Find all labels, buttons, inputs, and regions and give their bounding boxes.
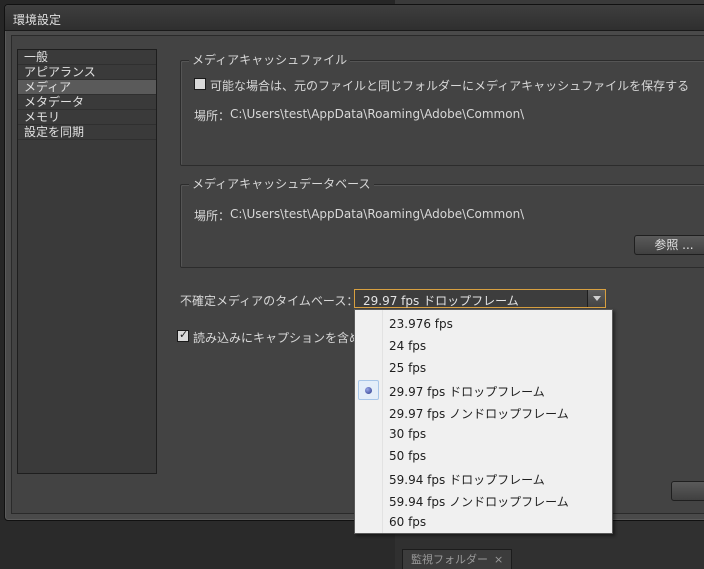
dropdown-option[interactable]: 23.976 fps [355,313,612,335]
category-item-sync-settings[interactable]: 設定を同期 [18,125,156,140]
media-cache-files-legend: メディアキャッシュファイル [189,53,351,67]
background-left-panel [0,520,395,569]
dropdown-option[interactable]: 60 fps [355,511,612,533]
browse-button[interactable]: 参照 ... [634,235,704,255]
save-next-to-originals-label: 可能な場合は、元のファイルと同じフォルダーにメディアキャッシュファイルを保存する [210,79,690,93]
timebase-selected-value: 29.97 fps ドロップフレーム [363,294,519,308]
save-next-to-originals-checkbox[interactable] [194,78,206,90]
option-label: 59.94 fps ノンドロップフレーム [389,495,569,509]
watch-folder-panel-tab[interactable]: 監視フォルダー × [402,549,513,569]
dropdown-option-selected[interactable]: 29.97 fps ドロップフレーム [355,379,612,401]
dropdown-option[interactable]: 29.97 fps ノンドロップフレーム [355,401,612,423]
dropdown-option[interactable]: 25 fps [355,357,612,379]
category-item-metadata[interactable]: メタデータ [18,95,156,110]
category-item-media[interactable]: メディア [18,80,156,95]
category-list[interactable]: 一般 アピアランス メディア メタデータ メモリ 設定を同期 [17,49,157,474]
selected-marker [358,380,379,400]
panel-tab-label: 監視フォルダー [411,553,488,566]
media-cache-database-location-path: C:\Users\test\AppData\Roaming\Adobe\Comm… [230,207,525,221]
media-cache-files-location-label: 場所： [194,109,231,123]
option-label: 29.97 fps ノンドロップフレーム [389,407,569,421]
close-icon[interactable]: × [494,553,503,566]
media-cache-database-location-label: 場所： [194,209,231,223]
category-item-appearance[interactable]: アピアランス [18,65,156,80]
timebase-select[interactable]: 29.97 fps ドロップフレーム [354,289,606,308]
option-label: 23.976 fps [389,317,453,331]
include-captions-checkbox[interactable] [177,328,189,342]
option-label: 60 fps [389,515,427,529]
timebase-label: 不確定メディアのタイムベース： [180,294,359,308]
dropdown-option[interactable]: 30 fps [355,423,612,445]
option-label: 24 fps [389,339,427,353]
dialog-titlebar[interactable]: 環境設定 [5,5,704,31]
timebase-dropdown-list[interactable]: 23.976 fps 24 fps 25 fps 29.97 fps ドロップフ… [354,309,613,534]
media-cache-files-location-path: C:\Users\test\AppData\Roaming\Adobe\Comm… [230,107,525,121]
option-label: 50 fps [389,449,427,463]
media-cache-database-legend: メディアキャッシュデータベース [189,177,374,191]
ok-button[interactable] [671,481,704,501]
dialog-title: 環境設定 [13,13,62,27]
dropdown-option[interactable]: 50 fps [355,445,612,467]
dropdown-option[interactable]: 59.94 fps ノンドロップフレーム [355,489,612,511]
option-label: 29.97 fps ドロップフレーム [389,385,545,399]
category-item-memory[interactable]: メモリ [18,110,156,125]
option-label: 59.94 fps ドロップフレーム [389,473,545,487]
radio-dot-icon [365,387,372,394]
media-cache-database-group: メディアキャッシュデータベース [180,177,704,268]
dropdown-option[interactable]: 59.94 fps ドロップフレーム [355,467,612,489]
dropdown-option[interactable]: 24 fps [355,335,612,357]
category-item-general[interactable]: 一般 [18,50,156,65]
option-label: 25 fps [389,361,427,375]
option-label: 30 fps [389,427,427,441]
include-captions-label: 読み込みにキャプションを含める [193,331,374,345]
chevron-down-icon[interactable] [587,290,605,307]
